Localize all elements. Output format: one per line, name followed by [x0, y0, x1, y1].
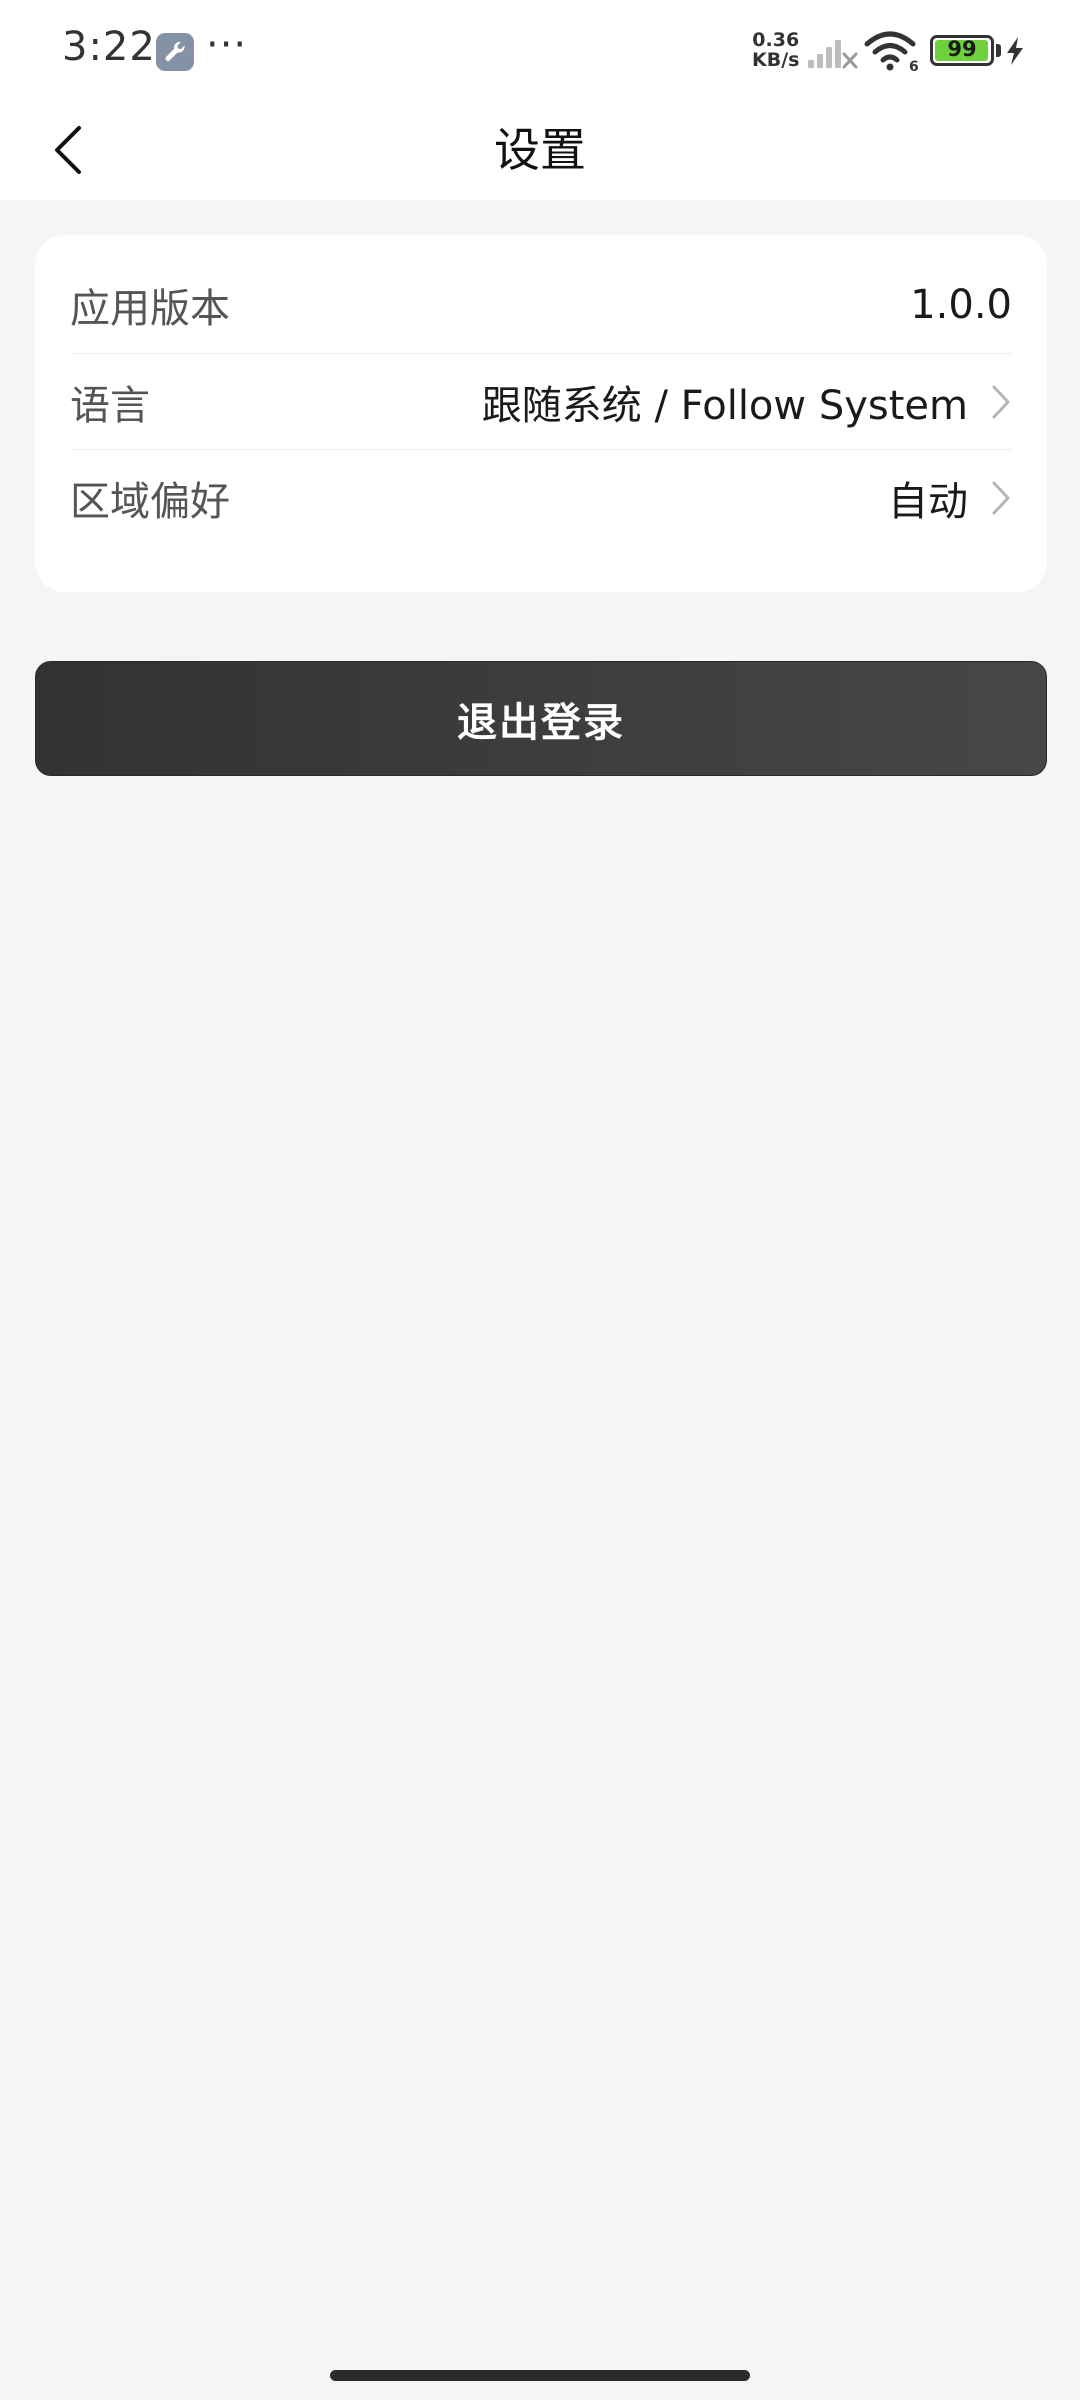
setting-value-region: 自动 [888, 478, 968, 525]
network-speed-unit: KB/s [752, 49, 800, 71]
page-title: 设置 [494, 123, 586, 177]
setting-value-language: 跟随系统 / Follow System [481, 382, 968, 429]
setting-label-app-version: 应用版本 [70, 286, 230, 332]
setting-label-region: 区域偏好 [70, 478, 230, 525]
wifi-icon: 6 [864, 31, 919, 72]
network-speed-value: 0.36 [752, 29, 800, 51]
cellular-signal-icon [808, 40, 858, 69]
nav-bar: 设置 [0, 100, 1080, 200]
setting-value-app-version: 1.0.0 [910, 282, 1012, 328]
settings-card: 应用版本 1.0.0 语言 跟随系统 / Follow System 区域偏好 … [35, 235, 1047, 592]
battery-icon: 99 [930, 35, 994, 66]
setting-row-region[interactable]: 区域偏好 自动 [70, 449, 1012, 545]
chevron-left-icon [55, 126, 81, 174]
battery-tip [996, 44, 1001, 57]
status-time: 3:22 [62, 24, 156, 70]
wifi-label: 6 [909, 59, 919, 72]
charging-bolt-icon [1007, 37, 1023, 65]
setting-row-app-version: 应用版本 1.0.0 [70, 257, 1012, 353]
more-notifications-icon: ··· [206, 22, 248, 68]
status-bar: 3:22 ··· 0.36 KB/s 6 99 [0, 0, 1080, 100]
setting-value-wrap: 跟随系统 / Follow System [482, 373, 1012, 431]
logout-button[interactable]: 退出登录 [35, 661, 1047, 776]
setting-label-language: 语言 [70, 382, 150, 429]
setting-value-wrap: 1.0.0 [910, 282, 1012, 328]
setting-row-language[interactable]: 语言 跟随系统 / Follow System [70, 353, 1012, 449]
chevron-right-icon [992, 481, 1010, 514]
setting-value-wrap: 自动 [888, 469, 1012, 527]
wrench-icon [156, 33, 194, 71]
network-speed: 0.36 KB/s [752, 30, 799, 70]
chevron-right-icon [992, 385, 1010, 418]
home-indicator[interactable] [330, 2370, 750, 2381]
back-button[interactable] [28, 110, 108, 190]
battery-level: 99 [947, 37, 977, 61]
